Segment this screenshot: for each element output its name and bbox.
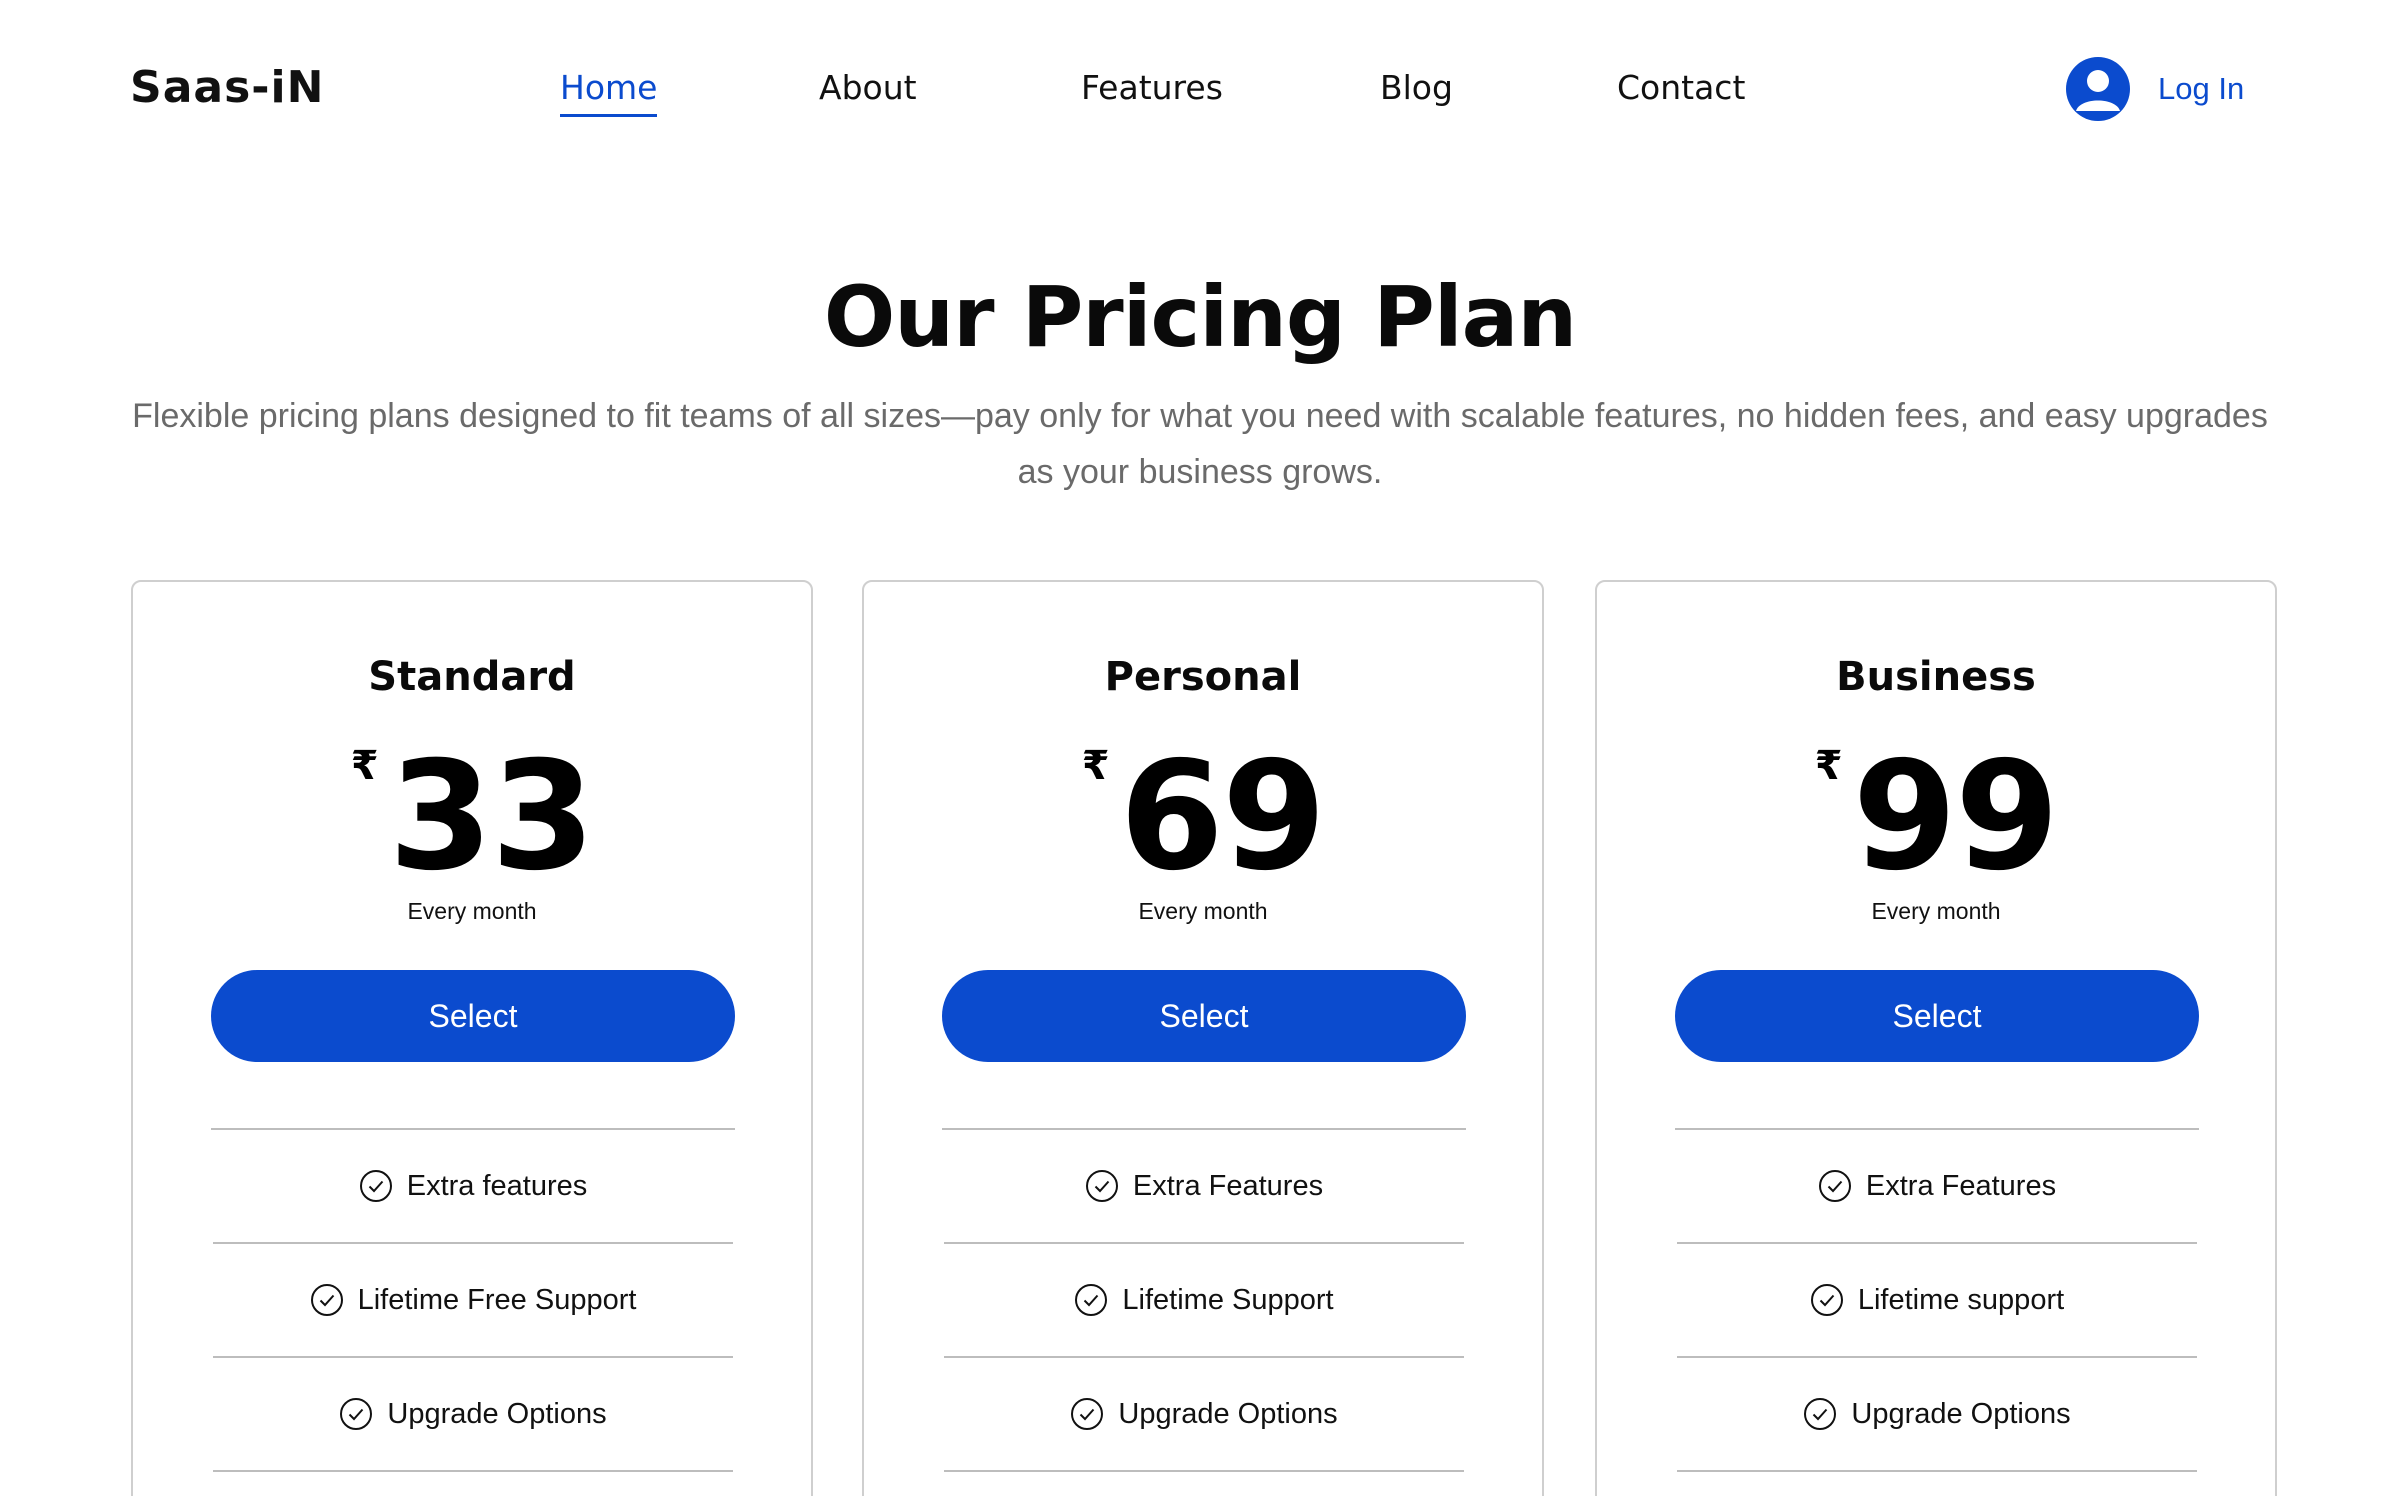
check-circle-icon <box>310 1284 343 1316</box>
check-circle-icon <box>1075 1284 1108 1316</box>
check-circle-icon <box>1810 1284 1843 1316</box>
select-standard-button[interactable]: Select <box>211 970 735 1062</box>
feature-item: Lifetime Support <box>944 1244 1464 1358</box>
plan-price: ₹ 99 <box>1597 742 2275 892</box>
feature-item: Lifetime Free Support <box>213 1244 733 1358</box>
feature-label: Lifetime support <box>1857 1283 2065 1316</box>
price-amount: 99 <box>1852 730 2060 904</box>
login-label: Log In <box>2158 71 2245 106</box>
feature-label: Extra features <box>406 1169 588 1202</box>
nav-features[interactable]: Features <box>1081 68 1223 107</box>
plan-card-personal: Personal ₹ 69 Every month Select Extra F… <box>862 580 1544 1496</box>
check-circle-icon <box>1804 1398 1837 1430</box>
feature-item: Upgrade Options <box>1677 1358 2197 1472</box>
feature-label: Extra Features <box>1132 1169 1324 1202</box>
nav-blog[interactable]: Blog <box>1380 68 1453 107</box>
page-subtitle: Flexible pricing plans designed to fit t… <box>132 397 2268 491</box>
site-header: Saas-iN Home About Features Blog Contact… <box>0 0 2400 180</box>
currency-symbol: ₹ <box>1814 743 1843 789</box>
plan-name: Standard <box>368 654 576 700</box>
billing-period: Every month <box>407 898 537 924</box>
price-amount: 69 <box>1119 730 1327 904</box>
page-title: Our Pricing Plan <box>823 268 1577 366</box>
feature-item: Upgrade Options <box>213 1358 733 1472</box>
nav-about[interactable]: About <box>819 68 917 107</box>
feature-label: Upgrade Options <box>1851 1397 2071 1430</box>
check-circle-icon <box>1071 1398 1104 1430</box>
feature-label: Upgrade Options <box>1118 1397 1338 1430</box>
feature-label: Lifetime Free Support <box>357 1283 637 1316</box>
check-circle-icon <box>1818 1170 1851 1202</box>
select-business-button[interactable]: Select <box>1675 970 2199 1062</box>
plan-price: ₹ 33 <box>133 742 811 892</box>
select-personal-button[interactable]: Select <box>942 970 1466 1062</box>
feature-item: Extra features <box>213 1130 733 1244</box>
billing-period: Every month <box>1871 898 2001 924</box>
feature-item: Extra Features <box>944 1130 1464 1244</box>
feature-label: Extra Features <box>1865 1169 2057 1202</box>
feature-label: Upgrade Options <box>387 1397 607 1430</box>
plan-card-standard: Standard ₹ 33 Every month Select Extra f… <box>131 580 813 1496</box>
billing-period: Every month <box>1138 898 1268 924</box>
nav-home[interactable]: Home <box>560 68 658 117</box>
check-circle-icon <box>1085 1170 1118 1202</box>
currency-symbol: ₹ <box>350 743 379 789</box>
nav-contact[interactable]: Contact <box>1617 68 1745 107</box>
feature-item: Upgrade Options <box>944 1358 1464 1472</box>
check-circle-icon <box>359 1170 392 1202</box>
plan-name: Business <box>1836 654 2036 700</box>
plan-name: Personal <box>1104 654 1302 700</box>
plan-card-business: Business ₹ 99 Every month Select Extra F… <box>1595 580 2277 1496</box>
feature-item: Extra Features <box>1677 1130 2197 1244</box>
plan-price: ₹ 69 <box>864 742 1542 892</box>
login-button[interactable]: Log In <box>2066 56 2244 122</box>
price-amount: 33 <box>388 730 596 904</box>
feature-item: Lifetime support <box>1677 1244 2197 1358</box>
check-circle-icon <box>340 1398 373 1430</box>
feature-label: Lifetime Support <box>1122 1283 1334 1316</box>
user-avatar-icon <box>2066 57 2130 121</box>
main-nav: Home About Features Blog Contact <box>0 68 2400 118</box>
currency-symbol: ₹ <box>1081 743 1110 789</box>
